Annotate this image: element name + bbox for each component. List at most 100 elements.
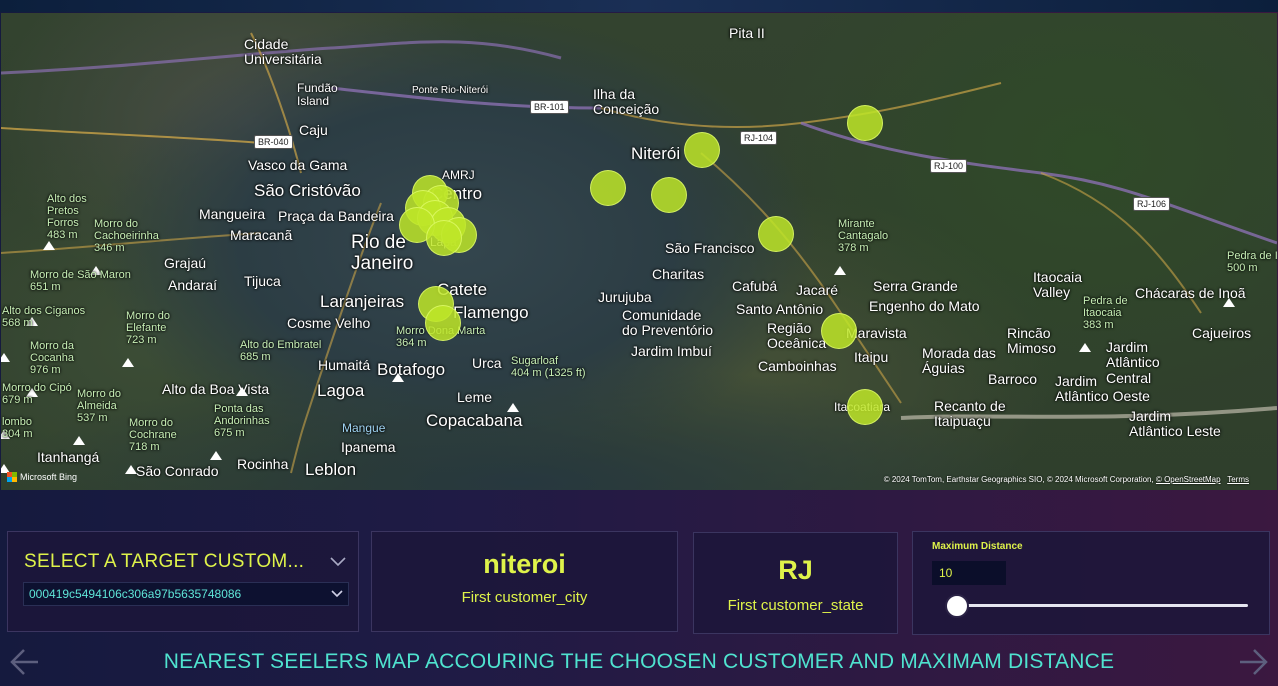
road-shield-label: Ponte Rio-Niterói bbox=[412, 85, 489, 96]
distance-slider-track[interactable] bbox=[957, 604, 1248, 607]
map-place-label: Niterói bbox=[631, 144, 681, 163]
road-shield-label: RJ-106 bbox=[1133, 197, 1171, 211]
map-place-label: Vasco da Gama bbox=[248, 157, 348, 173]
map-elevation-label: lombo 304 m bbox=[2, 416, 33, 441]
map-place-label: Cafubá bbox=[732, 278, 778, 294]
map-place-label: Laranjeiras bbox=[320, 292, 405, 311]
map-elevation-label: Alto dos Ciganos 568 m bbox=[2, 305, 86, 330]
map-place-label: Cidade Universitária bbox=[244, 36, 322, 68]
map-place-label: Camboinhas bbox=[758, 358, 837, 374]
map-place-label: Cosme Velho bbox=[287, 315, 371, 331]
map-place-label: Comunidade do Preventório bbox=[622, 307, 714, 339]
seller-location-bubble[interactable] bbox=[426, 220, 462, 256]
map-elevation-label: Morro do Cachoeirinha 346 m bbox=[94, 218, 159, 255]
mountain-icon bbox=[122, 358, 134, 367]
terms-link[interactable]: Terms bbox=[1227, 475, 1249, 484]
mountain-icon bbox=[1, 353, 10, 362]
customer-city-card: niteroi First customer_city bbox=[371, 531, 678, 632]
map-elevation-label: Sugarloaf 404 m (1325 ft) bbox=[511, 355, 586, 380]
map-place-label: Serra Grande bbox=[873, 278, 958, 294]
map-place-label: Flamengo bbox=[453, 303, 529, 322]
map-place-label: AMRJ bbox=[442, 168, 475, 182]
map-place-label: Alto da Boa Vista bbox=[162, 381, 270, 397]
map-place-label: Recanto de Itaipuaçu bbox=[934, 398, 1006, 430]
max-distance-input[interactable]: 10 bbox=[932, 561, 1006, 585]
map-place-label: Jardim Atlântico Oeste bbox=[1055, 373, 1150, 405]
map-elevation-label: Alto do Embratel 685 m bbox=[240, 339, 322, 364]
map-place-label: Andaraí bbox=[168, 277, 218, 293]
map-place-label: Leblon bbox=[305, 460, 357, 479]
seller-location-bubble[interactable] bbox=[847, 389, 883, 425]
map-elevation-label: Mirante Cantagalo 378 m bbox=[838, 218, 889, 255]
seller-location-bubble[interactable] bbox=[651, 177, 687, 213]
mountain-icon bbox=[1223, 298, 1235, 307]
road-shield-label: RJ-104 bbox=[740, 131, 778, 145]
map-place-label: Ilha da Conceição bbox=[593, 86, 660, 118]
seller-location-bubble[interactable] bbox=[758, 216, 794, 252]
map-place-label: Caju bbox=[299, 122, 328, 138]
map-attribution: © 2024 TomTom, Earthstar Geographics SIO… bbox=[884, 475, 1249, 484]
map-place-label: Ipanema bbox=[341, 439, 396, 455]
map-place-label: Leme bbox=[457, 389, 493, 405]
road-shield-label: RJ-100 bbox=[930, 159, 968, 173]
mountain-icon bbox=[1079, 343, 1091, 352]
mountain-icon bbox=[43, 241, 55, 250]
map-place-label: Barroco bbox=[988, 371, 1038, 387]
map-place-label: Santo Antônio bbox=[736, 301, 824, 317]
map-place-label: Itanhangá bbox=[37, 449, 100, 465]
seller-location-bubble[interactable] bbox=[847, 105, 883, 141]
map-elevation-label: Morro da Cocanha 976 m bbox=[30, 340, 75, 377]
map-place-label: Itaocaia Valley bbox=[1033, 269, 1083, 301]
map-elevation-label: Alto dos Pretos Forros 483 m bbox=[47, 193, 87, 242]
customer-city-label: First customer_city bbox=[461, 589, 588, 606]
map-elevation-label: Pedra de Itaocaia 383 m bbox=[1083, 295, 1128, 332]
map-place-label: Pita II bbox=[729, 25, 765, 41]
map-place-label: Humaitá bbox=[318, 357, 371, 373]
seller-location-bubble[interactable] bbox=[590, 170, 626, 206]
mountain-icon bbox=[125, 465, 137, 474]
map-place-label: Urca bbox=[472, 355, 502, 371]
map-place-label: Charitas bbox=[652, 266, 705, 282]
map-place-label: Copacabana bbox=[426, 411, 523, 430]
road-shield-label: BR-040 bbox=[254, 135, 293, 149]
forward-arrow-icon[interactable] bbox=[1236, 645, 1270, 679]
map-place-label: Praça da Bandeira bbox=[278, 208, 394, 224]
map-place-label: Grajaú bbox=[164, 255, 207, 271]
seller-location-bubble[interactable] bbox=[684, 132, 720, 168]
seller-location-bubble[interactable] bbox=[821, 313, 857, 349]
max-distance-title: Maximum Distance bbox=[932, 541, 1023, 552]
map-elevation-label: Morro do Almeida 537 m bbox=[77, 388, 122, 425]
map-place-label: Mangueira bbox=[199, 206, 266, 222]
map-place-label: Jacaré bbox=[796, 282, 839, 298]
chevron-down-icon[interactable] bbox=[331, 587, 343, 601]
distance-slider-handle[interactable] bbox=[945, 594, 969, 618]
road-shield-label: BR-101 bbox=[530, 100, 569, 114]
map-place-label: Jurujuba bbox=[598, 289, 652, 305]
map-water-label: Mangue bbox=[342, 421, 386, 435]
seller-location-bubble[interactable] bbox=[425, 305, 461, 341]
map-place-label: Botafogo bbox=[377, 360, 446, 379]
map-elevation-label: Pedra de In500 m bbox=[1227, 250, 1277, 275]
map-place-label: Rocinha bbox=[237, 456, 289, 472]
customer-state-value: RJ bbox=[778, 555, 813, 585]
map-place-label: Fundão Island bbox=[297, 81, 338, 109]
map-place-label: Maracanã bbox=[230, 227, 293, 243]
customer-state-label: First customer_state bbox=[727, 597, 864, 614]
customer-city-value: niteroi bbox=[483, 549, 566, 579]
seller-map[interactable]: Cidade Universitária Fundão Island Caju Vasco… bbox=[1, 13, 1277, 490]
page-title: NEAREST SEELERS MAP ACCOURING THE CHOOSE… bbox=[163, 650, 1115, 673]
customer-dropdown[interactable]: 000419c5494106c306a97b5635748086 bbox=[23, 582, 349, 606]
customer-slicer: SELECT A TARGET CUSTOM... 000419c5494106… bbox=[7, 531, 359, 632]
map-place-label: Região Oceânica bbox=[767, 320, 827, 352]
map-place-label: São Francisco bbox=[665, 240, 755, 256]
mountain-icon bbox=[236, 387, 248, 396]
map-place-label: Rincão Mimoso bbox=[1007, 325, 1057, 357]
map-elevation-label: Morro de São Maron 651 m bbox=[30, 269, 131, 294]
slicer-collapse-chevron-icon[interactable] bbox=[330, 552, 346, 571]
map-elevation-label: Morro do Cipó 679 m bbox=[2, 382, 72, 407]
mountain-icon bbox=[73, 436, 85, 445]
openstreetmap-link[interactable]: © OpenStreetMap bbox=[1156, 475, 1221, 484]
map-elevation-label: Morro do Elefante 723 m bbox=[126, 310, 171, 347]
map-place-label: Tijuca bbox=[244, 273, 281, 289]
top-accent-bar bbox=[0, 0, 1278, 12]
